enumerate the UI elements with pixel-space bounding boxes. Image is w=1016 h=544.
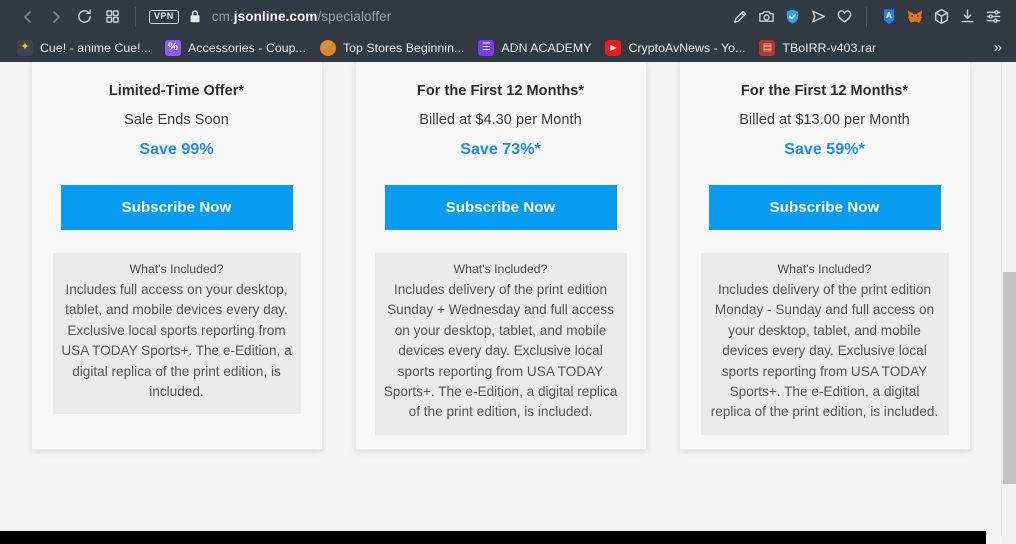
bookmarks-bar: ✦ Cue! - anime Cue!... % Accessories - C… — [0, 33, 1016, 62]
card-save-badge: Save 73%* — [460, 141, 541, 158]
youtube-favicon: ▶ — [605, 39, 622, 56]
bookmark-label: CryptoAvNews - Yo... — [628, 40, 746, 55]
bookmark-label: ADN ACADEMY — [501, 40, 592, 55]
bookmark-item[interactable]: % Accessories - Coup... — [158, 37, 313, 59]
screenshot-camera-icon[interactable] — [753, 4, 779, 30]
shield-check-icon[interactable] — [779, 4, 805, 30]
subscribe-now-button[interactable]: Subscribe Now — [384, 185, 617, 230]
card-heading: Limited-Time Offer* — [108, 83, 245, 99]
vertical-scrollbar[interactable] — [1001, 62, 1016, 544]
subscribe-now-button[interactable]: Subscribe Now — [708, 185, 941, 230]
whats-included-body: Includes delivery of the print edition M… — [710, 282, 939, 420]
toolbar-divider — [135, 6, 136, 27]
heart-favorite-icon[interactable] — [831, 4, 857, 30]
toolbar-actions: A — [727, 4, 1006, 30]
card-billing-text: Billed at $13.00 per Month — [739, 112, 910, 128]
bookmark-label: Accessories - Coup... — [188, 40, 306, 55]
scrollbar-corner — [1001, 536, 1016, 544]
padlock-icon[interactable] — [188, 9, 202, 24]
card-save-badge: Save 99% — [139, 141, 214, 158]
bookmark-label: Top Stores Beginnin... — [342, 40, 465, 55]
subscribe-now-button[interactable]: Subscribe Now — [60, 185, 293, 230]
whats-included-title: What's Included? — [129, 262, 224, 276]
url-prefix: cm. — [211, 9, 234, 24]
card-heading: For the First 12 Months* — [416, 83, 585, 99]
help-banner: Need help? Call 1-844-900-7103 and give … — [0, 531, 986, 544]
url-host: jsonline.com — [233, 9, 318, 24]
card-billing-text: Sale Ends Soon — [124, 112, 229, 128]
page-content: Limited-Time Offer* Sale Ends Soon Save … — [0, 62, 1001, 544]
send-share-icon[interactable] — [805, 4, 831, 30]
url-path: /specialoffer — [317, 9, 392, 24]
toolbar-divider-2 — [866, 6, 867, 27]
svg-text:A: A — [886, 10, 892, 20]
cube-extension-icon[interactable] — [928, 4, 954, 30]
star-anime-favicon: ✦ — [17, 39, 33, 56]
back-button[interactable] — [14, 3, 42, 31]
bookmark-label: TBoIRR-v403.rar — [782, 40, 877, 55]
winrar-archive-favicon: ▤ — [759, 39, 776, 56]
card-save-badge: Save 59%* — [784, 141, 865, 158]
bookmark-item[interactable]: 🛒 Top Stores Beginnin... — [313, 37, 471, 59]
whats-included-box: What's Included? Includes delivery of th… — [374, 253, 627, 435]
tab-overview-button[interactable] — [98, 3, 126, 31]
percent-coupon-favicon: % — [165, 39, 182, 56]
whats-included-box: What's Included? Includes delivery of th… — [700, 253, 949, 435]
whats-included-title: What's Included? — [453, 262, 548, 276]
browser-chrome: VPN cm.jsonline.com/specialoffer A ✦ Cue… — [0, 0, 1016, 62]
address-bar-url[interactable]: cm.jsonline.com/specialoffer — [212, 9, 727, 24]
forward-button[interactable] — [42, 3, 70, 31]
bookmarks-overflow-button[interactable]: » — [988, 37, 1008, 58]
shopping-cart-favicon: 🛒 — [319, 39, 336, 56]
settings-sliders-icon[interactable] — [980, 4, 1006, 30]
page-viewport: Limited-Time Offer* Sale Ends Soon Save … — [0, 62, 1016, 544]
pricing-card[interactable]: For the First 12 Months* Billed at $13.0… — [678, 62, 971, 450]
card-heading: For the First 12 Months* — [740, 83, 909, 99]
pricing-card[interactable]: For the First 12 Months* Billed at $4.30… — [354, 62, 647, 450]
list-academy-favicon: ☰ — [478, 39, 495, 56]
annotate-pin-icon[interactable] — [727, 4, 753, 30]
pricing-card[interactable]: Limited-Time Offer* Sale Ends Soon Save … — [30, 62, 323, 450]
whats-included-box: What's Included? Includes full access on… — [52, 253, 301, 415]
whats-included-title: What's Included? — [777, 262, 872, 276]
metamask-fox-extension-icon[interactable] — [902, 4, 928, 30]
adblock-extension-icon[interactable]: A — [876, 4, 902, 30]
bookmark-item[interactable]: ☰ ADN ACADEMY — [471, 37, 598, 59]
reload-button[interactable] — [70, 3, 98, 31]
scrollbar-thumb[interactable] — [1003, 272, 1016, 484]
bookmark-item[interactable]: ▤ TBoIRR-v403.rar — [752, 37, 883, 59]
bookmark-item[interactable]: ▶ CryptoAvNews - Yo... — [598, 37, 752, 59]
downloads-icon[interactable] — [954, 4, 980, 30]
bookmark-label: Cue! - anime Cue!... — [40, 40, 152, 55]
card-billing-text: Billed at $4.30 per Month — [419, 112, 582, 128]
browser-toolbar: VPN cm.jsonline.com/specialoffer A — [0, 0, 1016, 33]
whats-included-body: Includes delivery of the print edition S… — [383, 282, 618, 420]
bookmark-item[interactable]: ✦ Cue! - anime Cue!... — [10, 37, 158, 59]
whats-included-body: Includes full access on your desktop, ta… — [61, 282, 292, 399]
vpn-badge[interactable]: VPN — [149, 9, 179, 24]
pricing-cards-row: Limited-Time Offer* Sale Ends Soon Save … — [0, 62, 1001, 450]
